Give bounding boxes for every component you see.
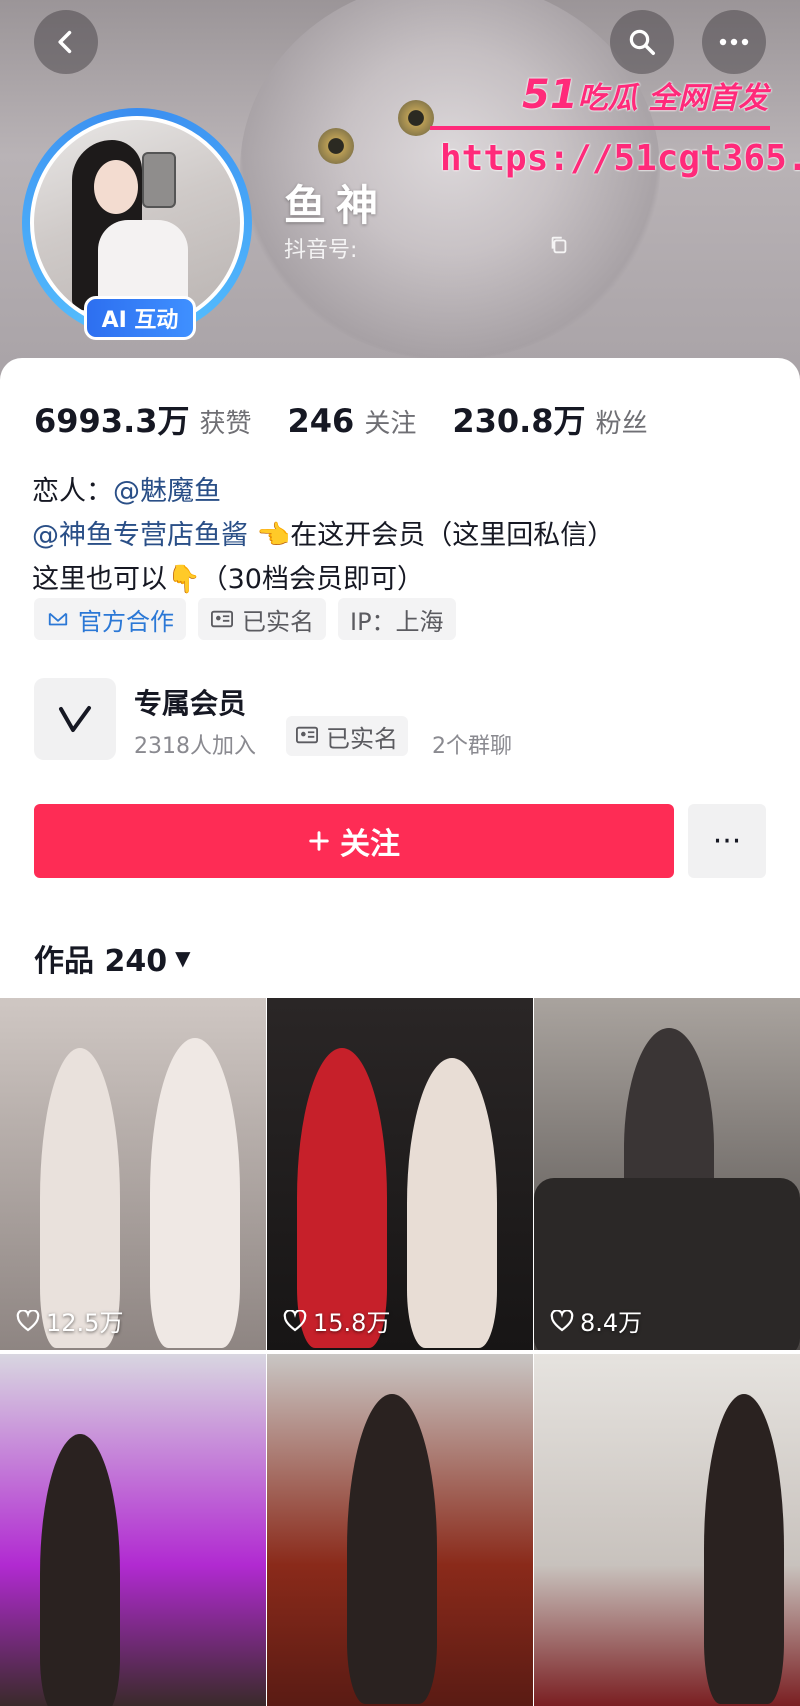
handshake-icon [46, 607, 70, 631]
bio-mention-lover[interactable]: @魅魔鱼 [113, 476, 221, 507]
likes-count: 15.8万 [313, 1309, 391, 1337]
chevron-left-icon [58, 30, 72, 54]
pointing-left-emoji: 👈 [256, 520, 291, 551]
more-actions-button[interactable]: ··· [688, 804, 766, 878]
profile-stats: 6993.3万 获赞 246 关注 230.8万 粉丝 [34, 396, 684, 442]
watermark-url: https://51cgt365.com [440, 138, 800, 179]
likes-count: 12.5万 [46, 1309, 124, 1337]
likes-label: 获赞 [199, 409, 252, 439]
followers-label: 粉丝 [595, 409, 648, 439]
heart-icon [16, 1309, 40, 1331]
more-options-button[interactable] [702, 10, 766, 74]
tag-label: IP：上海 [350, 607, 444, 636]
follow-label: 关注 [340, 827, 400, 862]
tag-official-cooperation[interactable]: 官方合作 [34, 598, 186, 640]
ellipsis-icon [719, 38, 749, 46]
bio-mention-store[interactable]: @神鱼专营店鱼酱 [32, 520, 248, 551]
banner-cat-eye [398, 100, 434, 136]
search-icon [629, 29, 655, 55]
exclusive-membership[interactable]: 专属会员 2318人加入 已实名 2个群聊 [34, 678, 774, 764]
video-tile[interactable] [267, 1354, 533, 1706]
followers-count[interactable]: 230.8万 [452, 396, 585, 442]
membership-verified-tag: 已实名 [286, 716, 408, 756]
search-button[interactable] [610, 10, 674, 74]
profile-card: 6993.3万 获赞 246 关注 230.8万 粉丝 恋人：@魅魔鱼 @神鱼专… [0, 358, 800, 1706]
tag-verified[interactable]: 已实名 [198, 598, 326, 640]
watermark-brand: 51吃瓜 全网首发 [522, 72, 768, 118]
tag-label: 官方合作 [78, 607, 174, 636]
profile-banner: 51吃瓜 全网首发 https://51cgt365.com AI 互动 鱼神 … [0, 0, 800, 390]
tag-label: 已实名 [326, 724, 398, 753]
video-tile[interactable]: 12.5万 [0, 998, 266, 1350]
id-card-icon [296, 722, 318, 750]
membership-subtitle: 2318人加入 [134, 734, 256, 759]
bio-text: （30档会员即可） [200, 564, 424, 595]
ai-interaction-badge[interactable]: AI 互动 [84, 296, 196, 340]
profile-name: 鱼神 [284, 181, 389, 230]
profile-tags: 官方合作 已实名 IP：上海 [34, 598, 456, 640]
likes-count: 8.4万 [580, 1309, 643, 1337]
copy-icon[interactable] [548, 234, 570, 256]
video-grid: 12.5万 15.8万 8.4万 [0, 998, 800, 1706]
watermark-brand-text: 吃瓜 全网首发 [577, 81, 769, 116]
profile-bio: 恋人：@魅魔鱼 @神鱼专营店鱼酱 👈在这开会员（这里回私信） 这里也可以👇（30… [32, 470, 614, 602]
douyin-id-label: 抖音号: [284, 238, 358, 263]
watermark-brand-num: 51 [522, 72, 578, 118]
following-count[interactable]: 246 [288, 402, 355, 440]
pointing-down-emoji: 👇 [167, 564, 201, 595]
following-label: 关注 [364, 409, 417, 439]
watermark-divider [430, 126, 770, 130]
likes-count[interactable]: 6993.3万 [34, 396, 190, 442]
works-tab[interactable]: 作品 240 ▼ [34, 936, 190, 980]
heart-icon [283, 1309, 307, 1331]
video-tile[interactable] [534, 1354, 800, 1706]
video-likes: 8.4万 [550, 1303, 642, 1338]
membership-group-chats[interactable]: 2个群聊 [432, 728, 512, 760]
heart-icon [550, 1309, 574, 1331]
bio-prefix: 恋人： [32, 476, 113, 507]
follow-button[interactable]: 关注 [34, 804, 674, 878]
v-logo-icon [34, 678, 116, 760]
bio-text: 在这开会员（这里回私信） [290, 520, 615, 551]
bio-text: 这里也可以 [32, 564, 167, 595]
membership-title: 专属会员 [134, 687, 247, 720]
works-label: 作品 240 [34, 944, 168, 979]
video-tile[interactable]: 8.4万 [534, 998, 800, 1350]
video-likes: 12.5万 [16, 1303, 123, 1338]
tag-ip-location: IP：上海 [338, 598, 456, 640]
caret-down-icon: ▼ [175, 946, 191, 970]
ellipsis-icon: ··· [712, 823, 742, 859]
video-tile[interactable]: 15.8万 [267, 998, 533, 1350]
id-card-icon [210, 607, 234, 631]
video-likes: 15.8万 [283, 1303, 390, 1338]
tag-label: 已实名 [242, 607, 314, 636]
video-tile[interactable] [0, 1354, 266, 1706]
banner-cat-eye [318, 128, 354, 164]
back-button[interactable] [34, 10, 98, 74]
plus-icon [309, 831, 329, 851]
